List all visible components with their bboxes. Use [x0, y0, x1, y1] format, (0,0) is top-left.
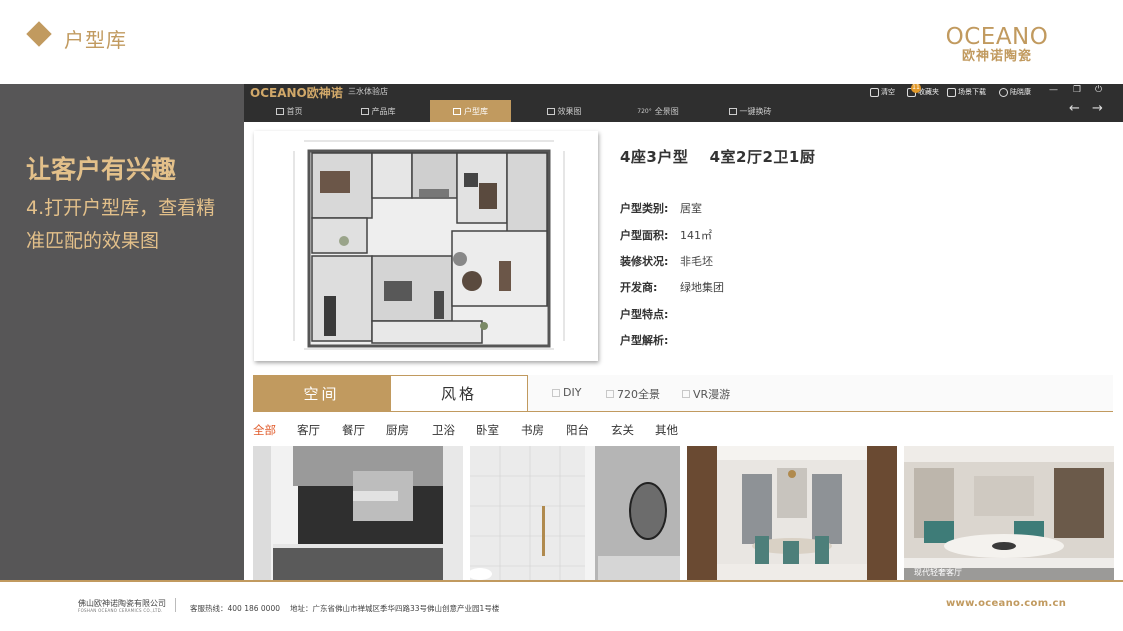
slide-title: 户型库: [64, 28, 127, 52]
category-balcony[interactable]: 阳台: [566, 422, 589, 438]
plan-field-row: 户型面积: 141㎡: [620, 229, 712, 242]
tab-style[interactable]: 风格: [390, 375, 528, 412]
filter-vr-tour[interactable]: VR漫游: [682, 386, 730, 402]
nav-panorama[interactable]: 720° 全景图: [634, 100, 682, 122]
rendering-thumbnail-kitchen[interactable]: [253, 446, 463, 580]
minimize-icon[interactable]: —: [1049, 85, 1058, 95]
filter-diy[interactable]: DIY: [552, 386, 581, 399]
app-logo: OCEANO欧神诺: [250, 86, 343, 100]
slide-header: 户型库 OCEANO 欧神诺陶瓷: [0, 0, 1123, 84]
footer-separator: [175, 598, 176, 612]
forward-arrow-icon[interactable]: →: [1092, 101, 1103, 116]
category-dining-room[interactable]: 餐厅: [342, 422, 365, 438]
brand-logo-en: OCEANO: [945, 24, 1049, 50]
clear-button[interactable]: 清空: [870, 87, 895, 97]
plan-field-row: 户型特点:: [620, 308, 669, 321]
nav-product-library[interactable]: 产品库: [356, 100, 400, 122]
tab-space[interactable]: 空间: [253, 375, 390, 412]
diamond-bullet-icon: [26, 21, 52, 47]
footer-phone: 客服热线：400 186 0000: [190, 604, 280, 613]
floorplan-icon: [453, 107, 461, 115]
plan-field-row: 开发商: 绿地集团: [620, 281, 724, 294]
clear-icon: [870, 87, 879, 97]
floorplan-drawing: [254, 131, 598, 361]
thumbnail-caption: 现代轻奢客厅: [914, 568, 962, 577]
category-bedroom[interactable]: 卧室: [476, 422, 499, 438]
app-topbar: OCEANO欧神诺 三水体验店 清空 收藏夹 11 场景下载 陆晓康 — ❐ ⏻: [244, 84, 1123, 122]
plan-field-row: 户型类别: 居室: [620, 202, 702, 215]
rendering-thumbnail-bathroom[interactable]: [470, 446, 680, 580]
category-living-room[interactable]: 客厅: [297, 422, 320, 438]
plan-field-row: 装修状况: 非毛坯: [620, 255, 713, 268]
home-icon: [275, 107, 284, 115]
filter-720-panorama[interactable]: 720全景: [606, 386, 660, 402]
grid-icon: [360, 107, 369, 115]
footer-address: 地址：广东省佛山市禅城区季华四路33号佛山创意产业园1号楼: [290, 604, 500, 613]
nav-renderings[interactable]: 效果图: [544, 100, 584, 122]
nav-home[interactable]: 首页: [269, 100, 309, 122]
panel-heading: 让客户有兴趣: [26, 155, 177, 184]
checkbox-icon: [682, 390, 690, 398]
restore-icon[interactable]: ❐: [1073, 85, 1081, 95]
rendering-thumbnail-dining[interactable]: [687, 446, 897, 580]
plan-title: 4座3户型 4室2厅2卫1厨: [620, 148, 816, 166]
footer-divider: [0, 580, 1123, 582]
left-description-panel: 让客户有兴趣 4.打开户型库，查看精准匹配的效果图: [0, 84, 244, 580]
plan-field-row: 户型解析:: [620, 334, 669, 347]
brand-logo: OCEANO 欧神诺陶瓷: [942, 24, 1052, 64]
category-bathroom[interactable]: 卫浴: [432, 422, 455, 438]
checkbox-icon: [552, 388, 560, 397]
rendering-thumbnail-living[interactable]: 现代轻奢客厅: [904, 446, 1114, 580]
panel-subtext: 4.打开户型库，查看精准匹配的效果图: [26, 197, 216, 252]
back-arrow-icon[interactable]: ←: [1069, 101, 1080, 116]
power-icon[interactable]: ⏻: [1095, 85, 1102, 95]
category-other[interactable]: 其他: [655, 422, 678, 438]
brush-icon: [728, 107, 737, 115]
nav-tile-swap[interactable]: 一键换砖: [726, 100, 774, 122]
footer-company-en: FOSHAN OCEANO CERAMICS CO.,LTD.: [78, 608, 163, 613]
user-icon: [999, 87, 1008, 97]
floorplan-image[interactable]: [254, 131, 598, 361]
image-icon: [546, 107, 555, 115]
store-name: 三水体验店: [348, 87, 388, 96]
footer-website[interactable]: www.oceano.com.cn: [946, 598, 1066, 609]
scene-download-button[interactable]: 场景下载: [947, 87, 986, 97]
panorama-720-icon: 720°: [637, 107, 652, 115]
checkbox-icon: [606, 390, 614, 398]
category-study[interactable]: 书房: [521, 422, 544, 438]
category-entrance[interactable]: 玄关: [611, 422, 634, 438]
brand-logo-cn: 欧神诺陶瓷: [961, 49, 1032, 64]
category-all[interactable]: 全部: [253, 422, 276, 438]
app-window: OCEANO欧神诺 三水体验店 清空 收藏夹 11 场景下载 陆晓康 — ❐ ⏻: [244, 84, 1123, 580]
category-kitchen[interactable]: 厨房: [386, 422, 409, 438]
download-icon: [947, 87, 956, 97]
user-menu[interactable]: 陆晓康: [999, 87, 1031, 97]
nav-floorplan-library[interactable]: 户型库: [430, 100, 511, 122]
